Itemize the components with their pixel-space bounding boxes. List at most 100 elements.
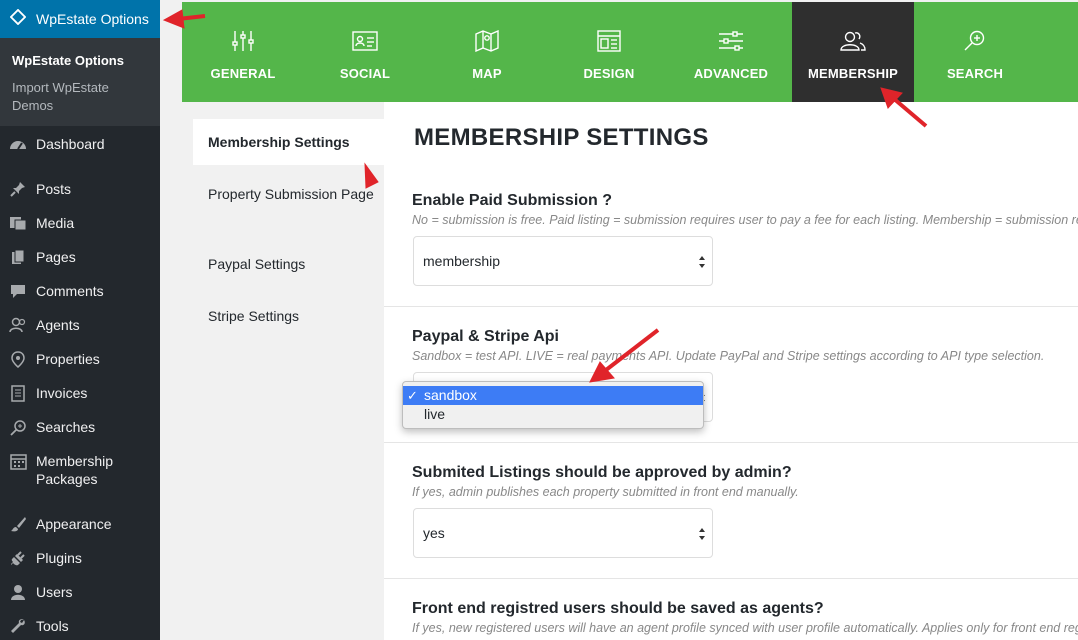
approve-listings-select[interactable]: yes — [413, 508, 713, 558]
field-description: If yes, admin publishes each property su… — [412, 485, 799, 499]
sidebar-item-label: Membership Packages — [36, 453, 114, 487]
sidebar-item-searches[interactable]: Searches — [0, 418, 160, 436]
submenu-item-import-demos[interactable]: Import WpEstate Demos — [12, 79, 152, 115]
sidebar-item-comments[interactable]: Comments — [0, 282, 160, 300]
sidebar-item-wpestate-options[interactable]: WpEstate Options — [0, 0, 160, 38]
sidebar-item-pages[interactable]: Pages — [0, 248, 160, 266]
settings-lines-icon — [718, 28, 744, 54]
settings-panel: MEMBERSHIP SETTINGS Enable Paid Submissi… — [384, 102, 1078, 640]
sidebar-item-label: Users — [36, 584, 73, 600]
sidebar-item-label: Searches — [36, 419, 96, 435]
submenu-item-wpestate-options[interactable]: WpEstate Options — [12, 52, 152, 70]
diamond-icon — [9, 8, 27, 30]
sidebar-item-posts[interactable]: Posts — [0, 180, 160, 198]
option-label: sandbox — [424, 387, 477, 403]
subtab-stripe-settings[interactable]: Stripe Settings — [193, 307, 384, 325]
tab-social[interactable]: SOCIAL — [304, 2, 426, 102]
field-enable-paid-submission: Enable Paid Submission ? No = submission… — [384, 188, 1078, 306]
tab-label: DESIGN — [583, 66, 635, 81]
sidebar-item-label: Appearance — [36, 516, 112, 532]
field-description: Sandbox = test API. LIVE = real payments… — [412, 349, 1045, 363]
sidebar-item-appearance[interactable]: Appearance — [0, 515, 160, 533]
location-icon — [8, 350, 28, 368]
select-value: membership — [423, 253, 501, 269]
tab-label: GENERAL — [210, 66, 276, 81]
sidebar-item-media[interactable]: Media — [0, 214, 160, 232]
layout-icon — [597, 28, 621, 54]
option-live[interactable]: live — [403, 405, 703, 424]
sidebar-item-plugins[interactable]: Plugins — [0, 549, 160, 567]
select-arrows-icon — [699, 528, 705, 540]
sidebar-item-label: WpEstate Options — [36, 11, 149, 27]
tab-design[interactable]: DESIGN — [548, 2, 670, 102]
sidebar-item-label: Agents — [36, 317, 80, 333]
tab-label: ADVANCED — [693, 66, 769, 81]
sidebar-item-label: Dashboard — [36, 136, 105, 152]
map-icon — [475, 28, 499, 54]
search-plus-icon — [963, 28, 987, 54]
sidebar-item-label: Pages — [36, 249, 76, 265]
subtab-property-submission-page[interactable]: Property Submission Page — [193, 185, 384, 203]
tab-advanced[interactable]: ADVANCED — [670, 2, 792, 102]
admin-sidebar: WpEstate Options WpEstate Options Import… — [0, 0, 160, 640]
tab-label: MAP — [472, 66, 502, 81]
invoice-icon — [8, 384, 28, 402]
sidebar-item-properties[interactable]: Properties — [0, 350, 160, 368]
select-arrows-icon — [699, 256, 705, 268]
sidebar-item-label: Plugins — [36, 550, 82, 566]
sidebar-item-users[interactable]: Users — [0, 583, 160, 601]
sidebar-item-tools[interactable]: Tools — [0, 617, 160, 635]
search-icon — [8, 418, 28, 436]
sidebar-item-label: Tools — [36, 618, 69, 634]
tab-membership[interactable]: MEMBERSHIP — [792, 2, 914, 102]
paid-submission-select[interactable]: membership — [413, 236, 713, 286]
media-icon — [8, 214, 28, 232]
option-sandbox[interactable]: ✓ sandbox — [403, 386, 703, 405]
membership-submenu: Membership Settings Property Submission … — [182, 102, 384, 640]
subtab-paypal-settings[interactable]: Paypal Settings — [193, 255, 384, 273]
sidebar-item-label: Properties — [36, 351, 100, 367]
tab-label: SEARCH — [946, 66, 1004, 81]
field-approve-listings: Submited Listings should be approved by … — [384, 442, 1078, 578]
option-label: live — [424, 406, 446, 422]
tab-general[interactable]: GENERAL — [182, 2, 304, 102]
sidebar-item-invoices[interactable]: Invoices — [0, 384, 160, 402]
sidebar-item-dashboard[interactable]: Dashboard — [0, 135, 160, 153]
field-label: Paypal & Stripe Api — [412, 328, 559, 345]
field-label: Submited Listings should be approved by … — [412, 464, 792, 481]
page-title: MEMBERSHIP SETTINGS — [414, 124, 709, 151]
comment-icon — [8, 282, 28, 300]
checkmark-icon: ✓ — [407, 388, 418, 403]
sidebar-item-membership-packages[interactable]: Membership Packages — [0, 452, 160, 488]
tab-label: SOCIAL — [339, 66, 391, 81]
calendar-icon — [8, 452, 28, 470]
sliders-icon — [231, 28, 255, 54]
user-icon — [8, 583, 28, 601]
field-label: Front end registred users should be save… — [412, 600, 824, 617]
sidebar-submenu: WpEstate Options Import WpEstate Demos — [0, 38, 160, 126]
sidebar-item-label: Media — [36, 215, 75, 231]
sidebar-item-label: Comments — [36, 283, 104, 299]
id-card-icon — [352, 28, 378, 54]
agents-icon — [8, 316, 28, 334]
field-description: If yes, new registered users will have a… — [412, 621, 1078, 635]
plugin-icon — [8, 549, 28, 567]
field-description: No = submission is free. Paid listing = … — [412, 213, 1078, 227]
tab-map[interactable]: MAP — [426, 2, 548, 102]
sidebar-item-label: Invoices — [36, 385, 88, 401]
options-tab-bar: GENERAL SOCIAL MAP DESIGN ADVANCED MEMBE… — [182, 2, 1078, 102]
select-value: yes — [423, 525, 445, 541]
pin-icon — [8, 180, 28, 198]
sidebar-item-agents[interactable]: Agents — [0, 316, 160, 334]
sidebar-item-label: Posts — [36, 181, 72, 197]
subtab-membership-settings[interactable]: Membership Settings — [193, 119, 384, 165]
users-icon — [840, 28, 866, 54]
brush-icon — [8, 515, 28, 533]
field-label: Enable Paid Submission ? — [412, 192, 613, 209]
tab-search[interactable]: SEARCH — [914, 2, 1036, 102]
api-type-dropdown: ✓ sandbox live — [402, 381, 704, 429]
pages-icon — [8, 248, 28, 266]
tab-label: MEMBERSHIP — [807, 66, 899, 81]
dashboard-icon — [8, 135, 28, 153]
wrench-icon — [8, 617, 28, 635]
